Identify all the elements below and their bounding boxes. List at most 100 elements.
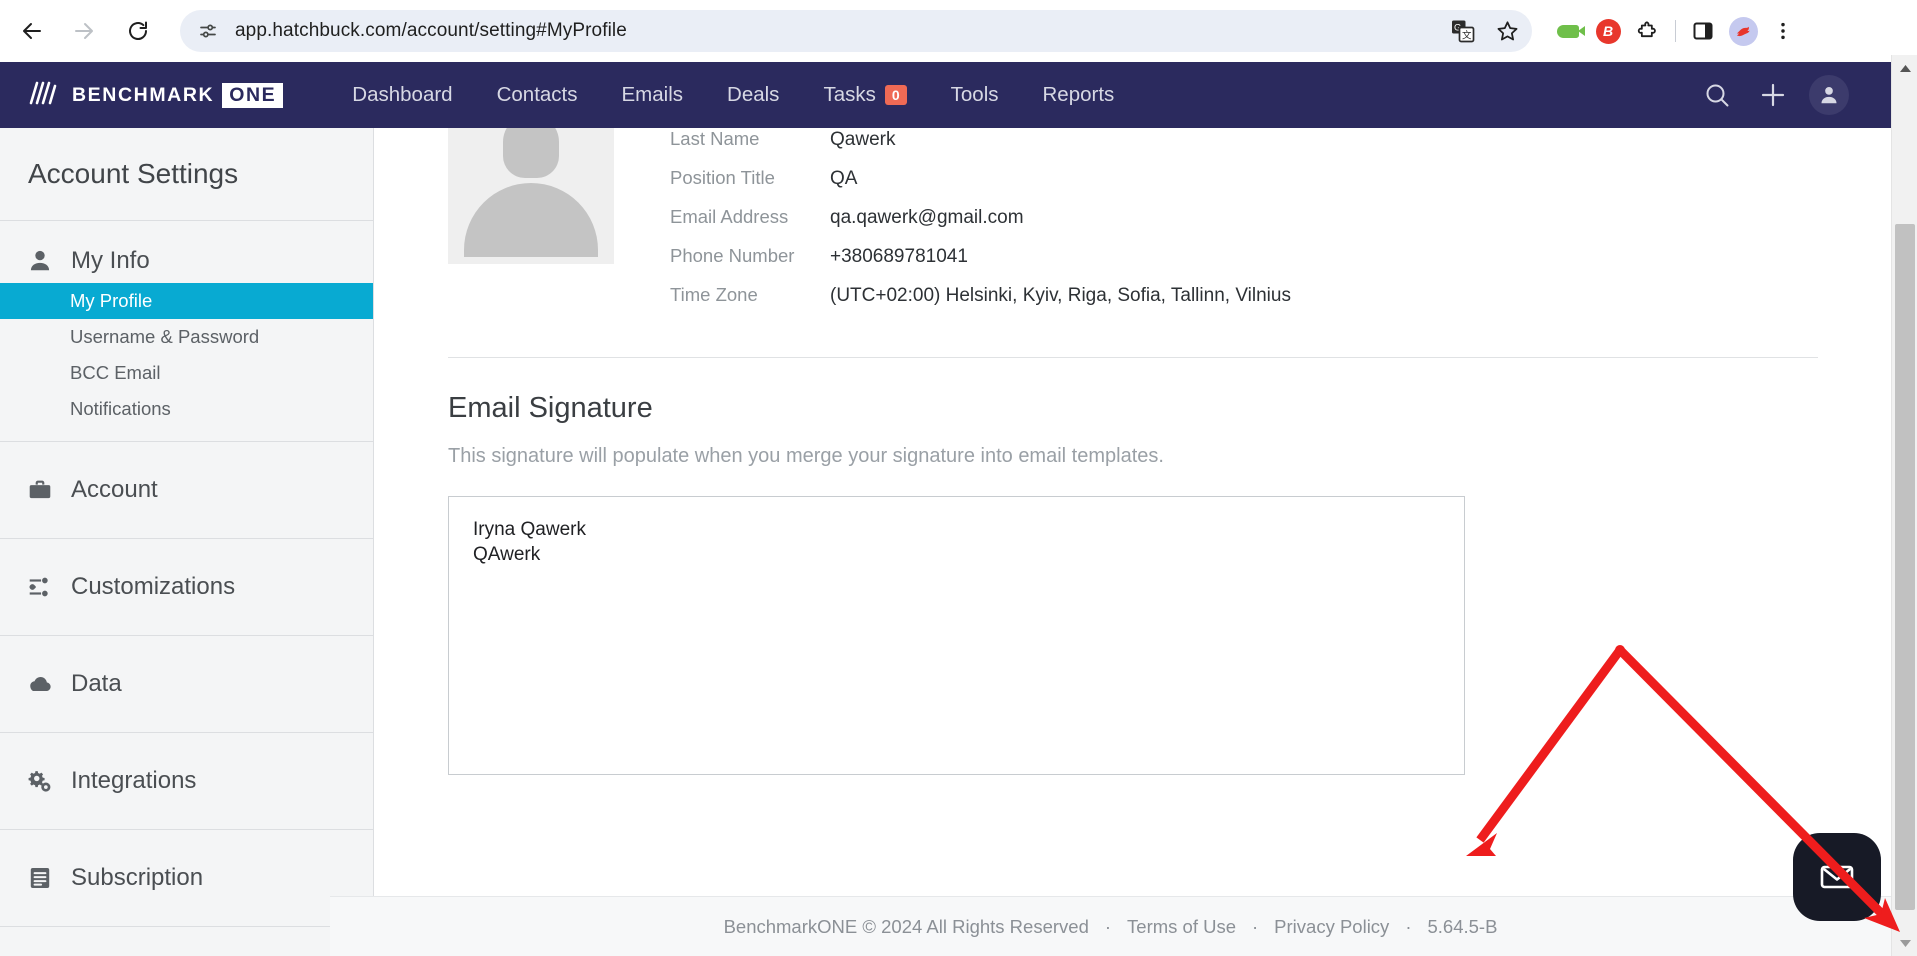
back-button[interactable] (12, 11, 52, 51)
url-text[interactable]: app.hatchbuck.com/account/setting#MyProf… (235, 20, 627, 42)
sidebar-item-label: Integrations (71, 767, 197, 794)
email-signature-editor[interactable]: Iryna Qawerk QAwerk (448, 496, 1465, 775)
fish-extension-icon[interactable] (1548, 11, 1588, 51)
star-icon (1497, 20, 1517, 40)
nav-item-deals[interactable]: Deals (705, 62, 801, 128)
sidebar-subitem-label: My Profile (70, 290, 153, 311)
profile-field-time-zone: Time Zone (UTC+02:00) Helsinki, Kyiv, Ri… (670, 284, 1891, 323)
browser-menu-button[interactable] (1763, 11, 1803, 51)
sidebar-item-label: Subscription (71, 864, 204, 891)
profile-field-phone-number: Phone Number +380689781041 (670, 245, 1891, 284)
signature-line-2: QAwerk (473, 544, 541, 566)
nav-item-tasks[interactable]: Tasks 0 (801, 62, 928, 128)
search-button[interactable] (1697, 75, 1737, 115)
scroll-up-button[interactable] (1892, 55, 1917, 81)
nav-item-contacts[interactable]: Contacts (475, 62, 600, 128)
scroll-down-button[interactable] (1892, 930, 1917, 956)
sidebar-item-username-password[interactable]: Username & Password (0, 319, 373, 355)
sidebar-group-account: Account (0, 442, 373, 539)
avatar-body-shape (464, 183, 598, 257)
footer-separator: · (1104, 915, 1112, 937)
brand-name: BENCHMARK (72, 83, 215, 106)
arrow-right-icon (75, 23, 93, 39)
sidebar-item-account[interactable]: Account (0, 468, 373, 512)
sidebar-item-my-info[interactable]: My Info (0, 239, 373, 283)
main-content: Last Name Qawerk Position Title QA Email… (375, 128, 1891, 956)
address-bar[interactable]: app.hatchbuck.com/account/setting#MyProf… (180, 10, 1532, 52)
sidebar-item-label: Customizations (71, 573, 236, 600)
omnibox-actions: G 文 (1448, 10, 1522, 52)
my-profile-panel: Last Name Qawerk Position Title QA Email… (375, 128, 1891, 775)
sidebar-group-data: Data (0, 636, 373, 733)
sidebar-item-bcc-email[interactable]: BCC Email (0, 355, 373, 391)
svg-text:文: 文 (1462, 30, 1472, 42)
settings-sidebar: Account Settings My Info My Profile User… (0, 128, 374, 956)
bookmark-button[interactable] (1492, 16, 1522, 46)
side-panel-icon (1693, 22, 1713, 40)
field-value: Qawerk (830, 129, 896, 150)
add-button[interactable] (1753, 75, 1793, 115)
nav-item-label: Dashboard (352, 83, 453, 106)
side-panel-button[interactable] (1683, 11, 1723, 51)
page-title: Account Settings (0, 128, 373, 221)
sidebar-item-label: Account (71, 476, 158, 503)
b-extension-icon[interactable]: B (1588, 11, 1628, 51)
nav-item-label: Emails (621, 83, 684, 106)
search-icon (1706, 84, 1729, 107)
sidebar-item-notifications[interactable]: Notifications (0, 391, 373, 427)
puzzle-icon (1637, 20, 1656, 37)
logo-mark-icon (27, 76, 61, 115)
document-icon (25, 865, 55, 891)
extensions-button[interactable] (1628, 11, 1668, 51)
toolbar-divider (1675, 20, 1676, 42)
footer-separator: · (1252, 915, 1259, 937)
nav-item-emails[interactable]: Emails (600, 62, 706, 128)
site-info-button[interactable] (193, 16, 223, 46)
footer-terms-link[interactable]: Terms of Use (1127, 916, 1236, 938)
scrollbar-thumb[interactable] (1895, 224, 1915, 910)
nav-item-tools[interactable]: Tools (929, 62, 1021, 128)
field-label: Last Name (670, 128, 760, 149)
translate-button[interactable]: G 文 (1448, 16, 1478, 46)
caret-up-icon (1899, 64, 1911, 72)
nav-item-label: Tools (950, 83, 999, 106)
nav-item-dashboard[interactable]: Dashboard (330, 62, 474, 128)
nav-actions (1697, 75, 1849, 115)
account-button[interactable] (1809, 75, 1849, 115)
tune-icon (200, 24, 216, 38)
arrow-left-icon (23, 23, 41, 39)
sidebar-subitem-label: Notifications (70, 398, 171, 419)
field-value: qa.qawerk@gmail.com (830, 207, 1024, 228)
chat-widget-button[interactable] (1793, 833, 1881, 921)
gears-icon (25, 768, 55, 794)
field-value: QA (830, 168, 858, 189)
sidebar-item-my-profile[interactable]: My Profile (0, 283, 373, 319)
forward-button[interactable] (64, 11, 104, 51)
profile-photo[interactable] (448, 128, 614, 264)
nav-item-reports[interactable]: Reports (1021, 62, 1137, 128)
sidebar-item-customizations[interactable]: Customizations (0, 565, 373, 609)
footer-version: 5.64.5-B (1427, 915, 1498, 937)
email-signature-title: Email Signature (448, 392, 653, 424)
email-signature-description: This signature will populate when you me… (448, 445, 1164, 467)
sidebar-item-subscription[interactable]: Subscription (0, 856, 373, 900)
brand-logo[interactable]: BENCHMARK ONE (27, 76, 284, 115)
browser-profile-button[interactable] (1723, 11, 1763, 51)
field-value: +380689781041 (830, 246, 968, 267)
footer-privacy-link[interactable]: Privacy Policy (1274, 916, 1389, 938)
signature-line-1: Iryna Qawerk (473, 519, 586, 540)
person-icon (25, 248, 55, 274)
nav-item-label: Contacts (496, 83, 578, 106)
reload-button[interactable] (118, 11, 158, 51)
app-footer: BenchmarkONE © 2024 All Rights Reserved … (330, 896, 1891, 956)
envelope-icon (1820, 865, 1854, 889)
vertical-scrollbar[interactable] (1891, 55, 1917, 956)
sidebar-item-integrations[interactable]: Integrations (0, 759, 373, 803)
app-navbar: BENCHMARK ONE Dashboard Contacts Emails … (0, 62, 1891, 128)
brand-badge: ONE (222, 82, 284, 108)
briefcase-icon (25, 477, 55, 503)
footer-separator: · (1405, 915, 1412, 937)
browser-toolbar: app.hatchbuck.com/account/setting#MyProf… (0, 0, 1917, 62)
translate-icon: G 文 (1452, 20, 1475, 43)
sidebar-item-data[interactable]: Data (0, 662, 373, 706)
